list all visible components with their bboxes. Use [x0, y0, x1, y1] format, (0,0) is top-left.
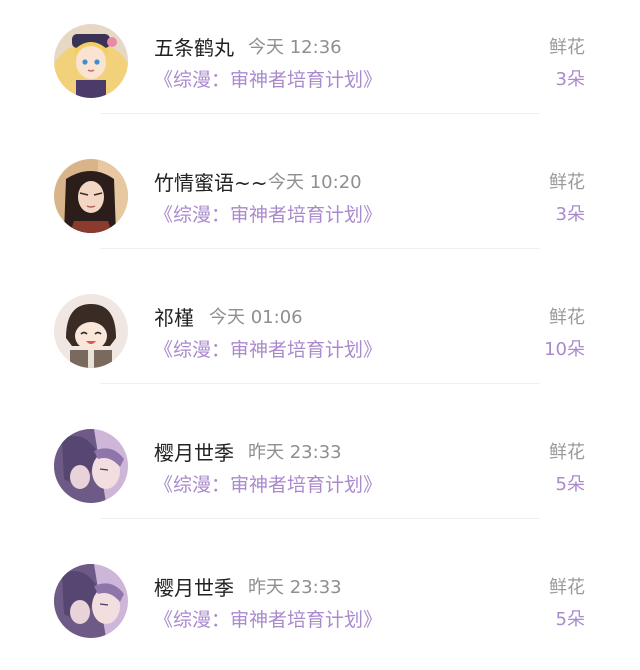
list-item[interactable]: 樱月世季 昨天 23:33 《综漫：审神者培育计划》 鲜花 5朵: [0, 540, 640, 670]
gift-count: 5朵: [555, 474, 585, 495]
gift-count: 3朵: [555, 204, 585, 225]
book-title-link[interactable]: 《综漫：审神者培育计划》: [154, 200, 382, 227]
divider: [100, 518, 540, 519]
timestamp: 今天 10:20: [268, 172, 362, 193]
user-name[interactable]: 樱月世季: [154, 572, 234, 601]
gift-type: 鲜花: [549, 442, 585, 463]
avatar-dark-hair-man-icon[interactable]: [54, 159, 128, 233]
user-name[interactable]: 祁槿: [154, 302, 194, 331]
divider: [100, 113, 540, 114]
list-item[interactable]: 五条鹤丸 今天 12:36 《综漫：审神者培育计划》 鲜花 3朵: [0, 0, 640, 130]
avatar-chibi-boy-icon[interactable]: [54, 294, 128, 368]
user-name[interactable]: 竹情蜜语~~: [154, 167, 268, 196]
gift-type: 鲜花: [549, 577, 585, 598]
list-item[interactable]: 祁槿 今天 01:06 《综漫：审神者培育计划》 鲜花 10朵: [0, 270, 640, 400]
gift-type: 鲜花: [549, 172, 585, 193]
gift-list: 五条鹤丸 今天 12:36 《综漫：审神者培育计划》 鲜花 3朵 竹情蜜语~~ …: [0, 0, 640, 653]
timestamp: 昨天 23:33: [248, 577, 342, 598]
timestamp: 昨天 23:33: [248, 442, 342, 463]
avatar-blonde-girl-icon[interactable]: [54, 24, 128, 98]
timestamp: 今天 01:06: [209, 307, 303, 328]
divider: [100, 248, 540, 249]
book-title-link[interactable]: 《综漫：审神者培育计划》: [154, 335, 382, 362]
gift-type: 鲜花: [549, 37, 585, 58]
avatar-purple-hair-icon[interactable]: [54, 429, 128, 503]
book-title-link[interactable]: 《综漫：审神者培育计划》: [154, 65, 382, 92]
gift-count: 10朵: [544, 339, 585, 360]
gift-count: 3朵: [555, 69, 585, 90]
avatar-purple-hair-icon[interactable]: [54, 564, 128, 638]
gift-type: 鲜花: [549, 307, 585, 328]
list-item[interactable]: 竹情蜜语~~ 今天 10:20 《综漫：审神者培育计划》 鲜花 3朵: [0, 135, 640, 265]
divider: [100, 383, 540, 384]
gift-count: 5朵: [555, 609, 585, 630]
book-title-link[interactable]: 《综漫：审神者培育计划》: [154, 605, 382, 632]
book-title-link[interactable]: 《综漫：审神者培育计划》: [154, 470, 382, 497]
user-name[interactable]: 樱月世季: [154, 437, 234, 466]
timestamp: 今天 12:36: [248, 37, 342, 58]
list-item[interactable]: 樱月世季 昨天 23:33 《综漫：审神者培育计划》 鲜花 5朵: [0, 405, 640, 535]
user-name[interactable]: 五条鹤丸: [154, 32, 234, 61]
